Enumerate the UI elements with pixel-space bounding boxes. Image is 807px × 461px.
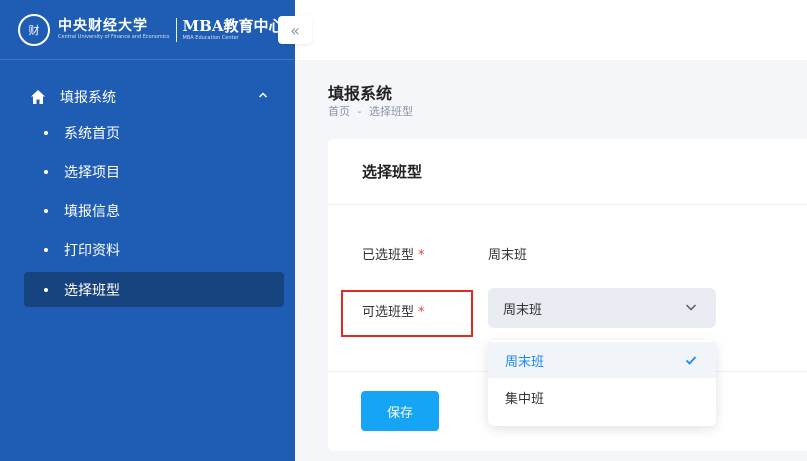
option-label: 周末班 [505, 354, 545, 370]
center-name: MBA教育中心 [182, 17, 284, 36]
sidebar-item-label: 填报信息 [64, 203, 120, 220]
double-chevron-left-icon: « [290, 20, 300, 40]
nav-group-label: 填报系统 [60, 90, 116, 106]
bullet-icon [44, 208, 48, 213]
check-icon [685, 356, 697, 365]
sidebar-item-home[interactable]: 系统首页 [24, 115, 284, 150]
logo: 财 中央财经大学 Central University of Finance a… [0, 0, 295, 60]
highlight-annotation-box [341, 290, 473, 337]
university-seal-icon: 财 [18, 13, 50, 46]
nav-group-fill-system[interactable]: 填报系统 [0, 82, 295, 112]
university-name: 中央财经大学 [58, 17, 148, 34]
chevron-down-icon [686, 304, 696, 311]
option-label: 集中班 [505, 391, 545, 407]
bullet-icon [44, 247, 48, 252]
bullet-icon [44, 169, 48, 174]
page-title: 填报系统 [328, 84, 393, 103]
class-type-dropdown: 周末班 集中班 [488, 340, 716, 426]
breadcrumb-separator: - [357, 105, 362, 118]
sidebar-item-fill-info[interactable]: 填报信息 [24, 193, 284, 228]
sidebar-item-label: 选择班型 [64, 282, 120, 299]
sidebar: 财 中央财经大学 Central University of Finance a… [0, 0, 295, 461]
bullet-icon [44, 130, 48, 135]
save-button[interactable]: 保存 [361, 391, 439, 431]
sidebar-item-select-class-type[interactable]: 选择班型 [24, 272, 284, 307]
center-name-en: MBA Education Center [182, 34, 239, 41]
home-icon [31, 90, 45, 104]
required-mark: * [418, 248, 425, 263]
sidebar-item-select-project[interactable]: 选择项目 [24, 154, 284, 189]
sidebar-item-label: 选择项目 [64, 164, 120, 181]
university-name-en: Central University of Finance and Econom… [58, 34, 170, 41]
bullet-icon [44, 287, 48, 292]
chevron-up-icon[interactable] [257, 89, 269, 101]
card-title: 选择班型 [362, 163, 423, 181]
class-type-select[interactable]: 周末班 [488, 288, 716, 328]
breadcrumb: 首页 - 选择班型 [328, 103, 417, 119]
collapse-sidebar-button[interactable]: « [278, 16, 312, 44]
select-value: 周末班 [503, 302, 543, 318]
option-intensive-class[interactable]: 集中班 [488, 379, 716, 415]
card-divider [328, 204, 807, 205]
breadcrumb-current: 选择班型 [368, 105, 413, 118]
selected-class-label-text: 已选班型 [362, 248, 415, 263]
sidebar-item-label: 打印资料 [64, 242, 120, 259]
logo-divider [175, 17, 177, 42]
top-header-strip [295, 0, 807, 60]
sidebar-item-print-docs[interactable]: 打印资料 [24, 232, 284, 267]
selected-class-value: 周末班 [488, 248, 528, 263]
breadcrumb-home[interactable]: 首页 [328, 105, 350, 118]
selected-class-label: 已选班型 * [362, 244, 425, 263]
logo-text: 中央财经大学 Central University of Finance and… [58, 17, 284, 42]
option-weekend-class[interactable]: 周末班 [488, 342, 716, 378]
sidebar-item-label: 系统首页 [64, 125, 120, 142]
